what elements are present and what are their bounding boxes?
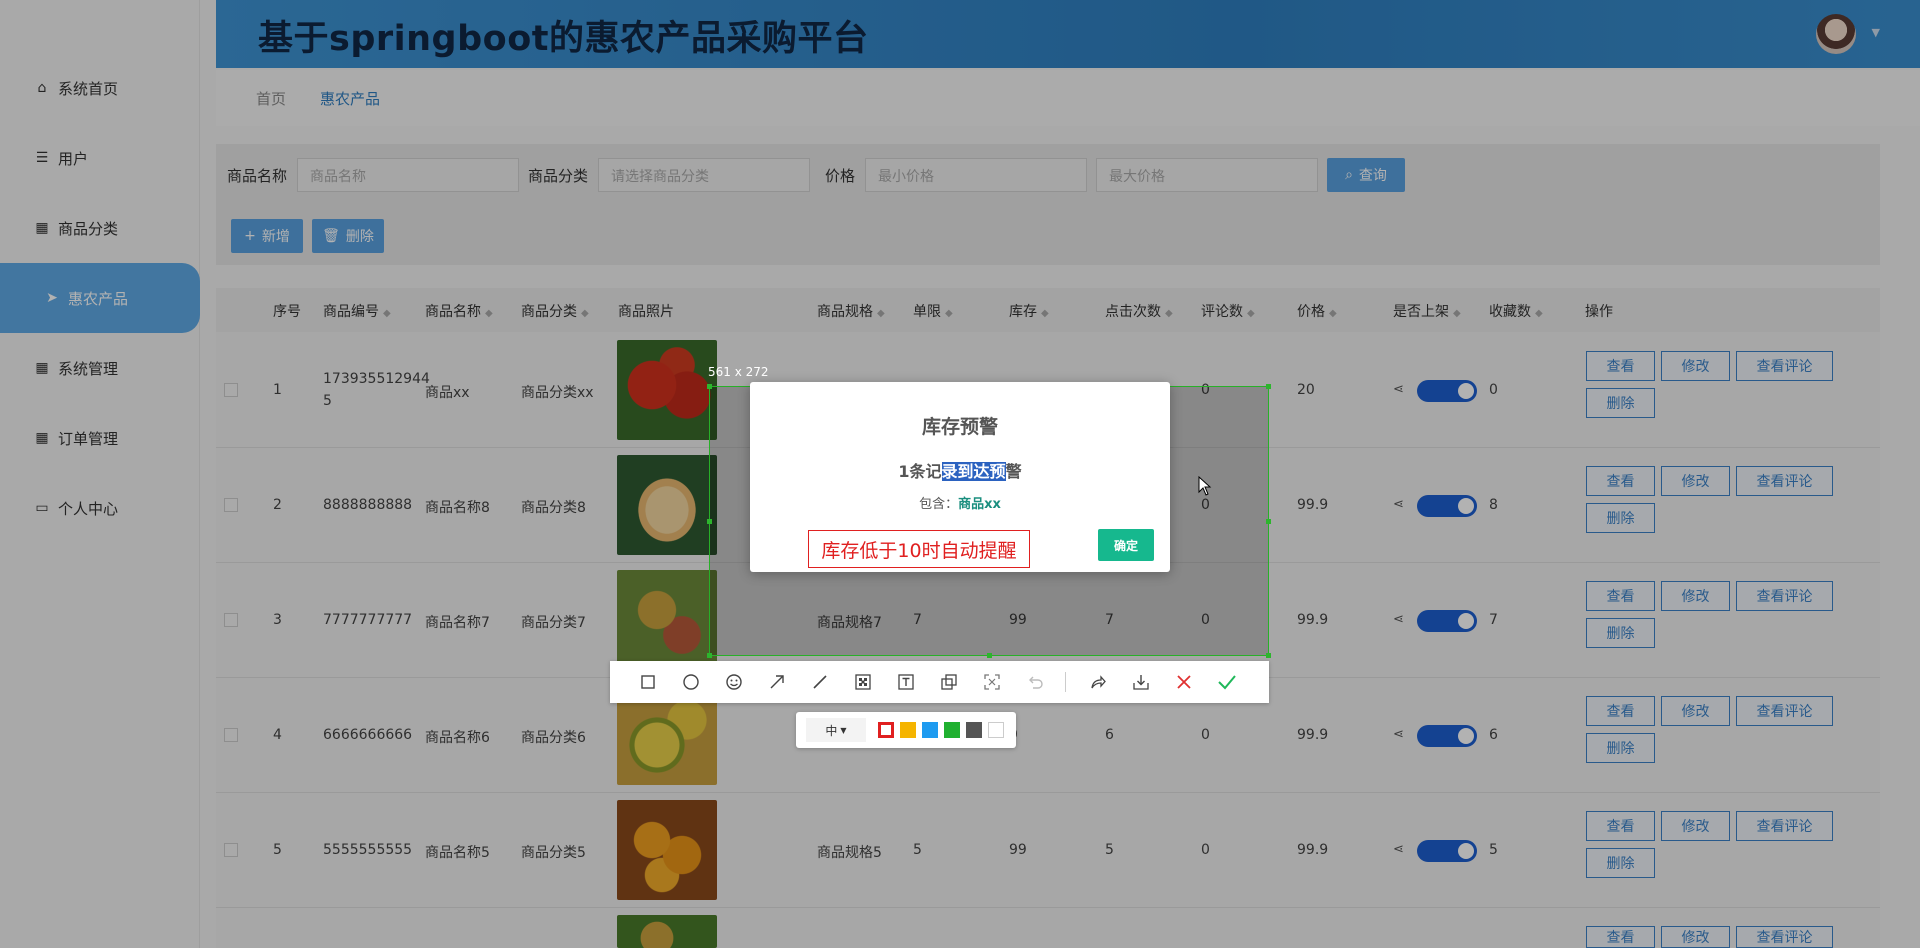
color-swatch-gray[interactable] <box>966 722 982 738</box>
save-icon[interactable] <box>1129 670 1153 694</box>
rectangle-icon[interactable] <box>636 670 660 694</box>
pen-icon[interactable] <box>808 670 832 694</box>
ellipse-icon[interactable] <box>679 670 703 694</box>
resize-handle[interactable] <box>707 653 712 658</box>
ocr-icon[interactable] <box>980 670 1004 694</box>
arrow-icon[interactable] <box>765 670 789 694</box>
dialog-message-pre: 1条记 <box>898 462 942 481</box>
font-size-select[interactable]: 中 ▼ <box>806 718 866 742</box>
resize-handle[interactable] <box>987 653 992 658</box>
font-size-value: 中 <box>825 723 838 738</box>
screenshot-toolbar <box>610 661 1269 703</box>
toolbar-divider <box>1065 672 1066 692</box>
color-swatch-yellow[interactable] <box>900 722 916 738</box>
resize-handle[interactable] <box>1266 519 1271 524</box>
stock-alert-dialog: 库存预警 1条记录到达预警 包含：商品xx 库存低于10时自动提醒 确定 <box>750 382 1170 572</box>
copy-icon[interactable] <box>937 670 961 694</box>
dialog-message-post: 警 <box>1005 462 1022 481</box>
dialog-message: 1条记录到达预警 <box>750 458 1170 482</box>
mosaic-icon[interactable] <box>851 670 875 694</box>
ok-button[interactable]: 确定 <box>1098 529 1154 561</box>
dialog-message-selected: 录到达预 <box>941 462 1006 481</box>
include-label: 包含： <box>919 497 959 512</box>
annotation-text-box[interactable]: 库存低于10时自动提醒 <box>808 530 1030 568</box>
include-product: 商品xx <box>958 497 1001 512</box>
dialog-title: 库存预警 <box>921 416 998 438</box>
capture-size-label: 561 x 272 <box>708 365 769 379</box>
resize-handle[interactable] <box>1266 384 1271 389</box>
color-swatch-green[interactable] <box>944 722 960 738</box>
color-swatch-white[interactable] <box>988 722 1004 738</box>
undo-icon[interactable] <box>1023 670 1047 694</box>
resize-handle[interactable] <box>707 384 712 389</box>
text-icon[interactable] <box>894 670 918 694</box>
share-icon[interactable] <box>1086 670 1110 694</box>
confirm-icon[interactable] <box>1215 670 1239 694</box>
caret-down-icon: ▼ <box>840 725 847 735</box>
color-swatch-red[interactable] <box>878 722 894 738</box>
mouse-cursor-icon <box>1198 476 1212 496</box>
cancel-icon[interactable] <box>1172 670 1196 694</box>
color-swatch-blue[interactable] <box>922 722 938 738</box>
text-style-bar: 中 ▼ <box>796 712 1016 748</box>
dialog-include: 包含：商品xx <box>750 493 1170 512</box>
resize-handle[interactable] <box>1266 653 1271 658</box>
emoji-icon[interactable] <box>722 670 746 694</box>
resize-handle[interactable] <box>707 519 712 524</box>
